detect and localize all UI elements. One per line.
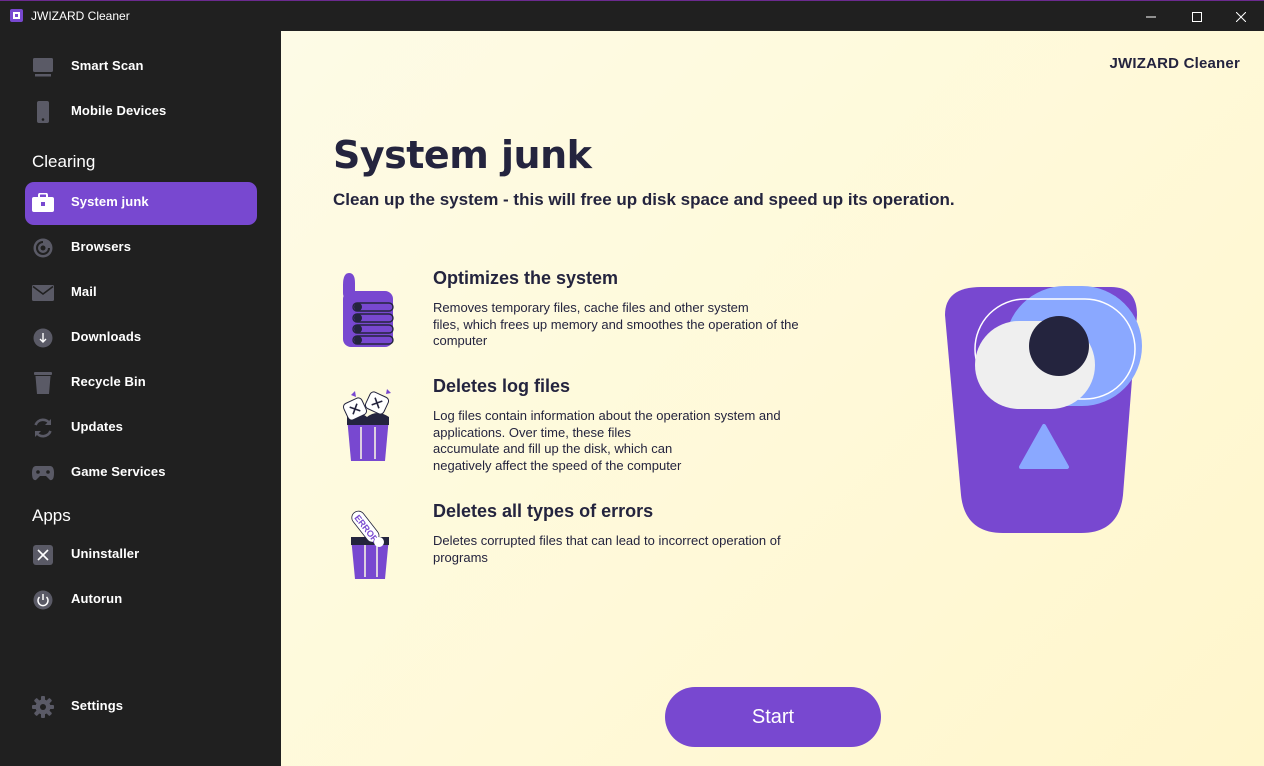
- sidebar-item-label: Mail: [71, 284, 97, 299]
- download-icon: [32, 327, 54, 349]
- sidebar-item-updates[interactable]: Updates: [25, 407, 257, 450]
- feature-title: Optimizes the system: [433, 268, 619, 288]
- sidebar-item-browsers[interactable]: Browsers: [25, 227, 257, 270]
- section-apps-title: Apps: [32, 506, 71, 525]
- app-logo-icon: [10, 9, 23, 22]
- brand-label: JWIZARD Cleaner: [1109, 55, 1240, 72]
- page-subtitle: Clean up the system - this will free up …: [333, 190, 955, 209]
- mail-icon: [32, 282, 54, 304]
- trash-icon: [32, 372, 54, 394]
- gamepad-icon: [32, 462, 54, 484]
- maximize-button[interactable]: [1174, 1, 1220, 32]
- sidebar-item-mobile-devices[interactable]: Mobile Devices: [25, 91, 257, 134]
- sidebar-item-recycle-bin[interactable]: Recycle Bin: [25, 362, 257, 405]
- minimize-button[interactable]: [1128, 1, 1174, 32]
- thumbs-up-icon: [343, 273, 394, 347]
- feature-title: Deletes log files: [433, 376, 571, 396]
- trash-error-icon: ERROR: [351, 510, 389, 579]
- sidebar-item-smart-scan[interactable]: Smart Scan: [25, 46, 257, 89]
- feature-description: Removes temporary files, cache files and…: [433, 300, 799, 348]
- sidebar-item-label: Updates: [71, 419, 123, 434]
- main-panel: JWIZARD Cleaner System junk Clean up the…: [281, 31, 1264, 766]
- start-button[interactable]: Start: [665, 687, 881, 747]
- sidebar-item-label: Game Services: [71, 464, 166, 479]
- briefcase-icon: [32, 192, 54, 214]
- feature-title: Deletes all types of errors: [433, 501, 654, 521]
- phone-icon: [32, 101, 54, 123]
- power-icon: [32, 589, 54, 611]
- sidebar-item-game-services[interactable]: Game Services: [25, 452, 257, 495]
- sidebar-item-uninstaller[interactable]: Uninstaller: [25, 534, 257, 577]
- trash-logs-icon: [342, 389, 391, 461]
- sidebar-item-label: Mobile Devices: [71, 103, 167, 118]
- sidebar-item-label: System junk: [71, 194, 149, 209]
- sidebar-item-label: Uninstaller: [71, 546, 140, 561]
- mascot-illustration: [945, 286, 1142, 533]
- browser-icon: [32, 237, 54, 259]
- window-title: JWIZARD Cleaner: [31, 9, 130, 23]
- close-button[interactable]: [1218, 1, 1264, 32]
- feature-description: Deletes corrupted files that can lead to…: [433, 533, 781, 565]
- title-bar: JWIZARD Cleaner: [0, 0, 1264, 31]
- page-title: System junk: [333, 133, 592, 177]
- sidebar-item-label: Browsers: [71, 239, 132, 254]
- close-icon: [1236, 11, 1246, 22]
- sidebar-item-label: Autorun: [71, 591, 123, 606]
- section-clearing-title: Clearing: [32, 152, 96, 171]
- refresh-icon: [32, 417, 54, 439]
- sidebar-item-autorun[interactable]: Autorun: [25, 579, 257, 622]
- sidebar-item-downloads[interactable]: Downloads: [25, 317, 257, 360]
- sidebar-item-label: Recycle Bin: [71, 374, 146, 389]
- maximize-icon: [1192, 11, 1202, 22]
- feature-description: Log files contain information about the …: [433, 408, 781, 473]
- close-box-icon: [32, 544, 54, 566]
- monitor-icon: [32, 56, 54, 78]
- sidebar-item-mail[interactable]: Mail: [25, 272, 257, 315]
- sidebar-item-label: Downloads: [71, 329, 142, 344]
- sidebar-item-system-junk[interactable]: System junk: [25, 182, 257, 225]
- minimize-icon: [1146, 16, 1156, 17]
- sidebar-item-label: Settings: [71, 698, 124, 713]
- sidebar: Smart Scan Mobile Devices Clearing Syste…: [0, 31, 281, 766]
- sidebar-item-label: Smart Scan: [71, 58, 144, 73]
- sidebar-item-settings[interactable]: Settings: [25, 686, 257, 729]
- gear-icon: [32, 696, 54, 718]
